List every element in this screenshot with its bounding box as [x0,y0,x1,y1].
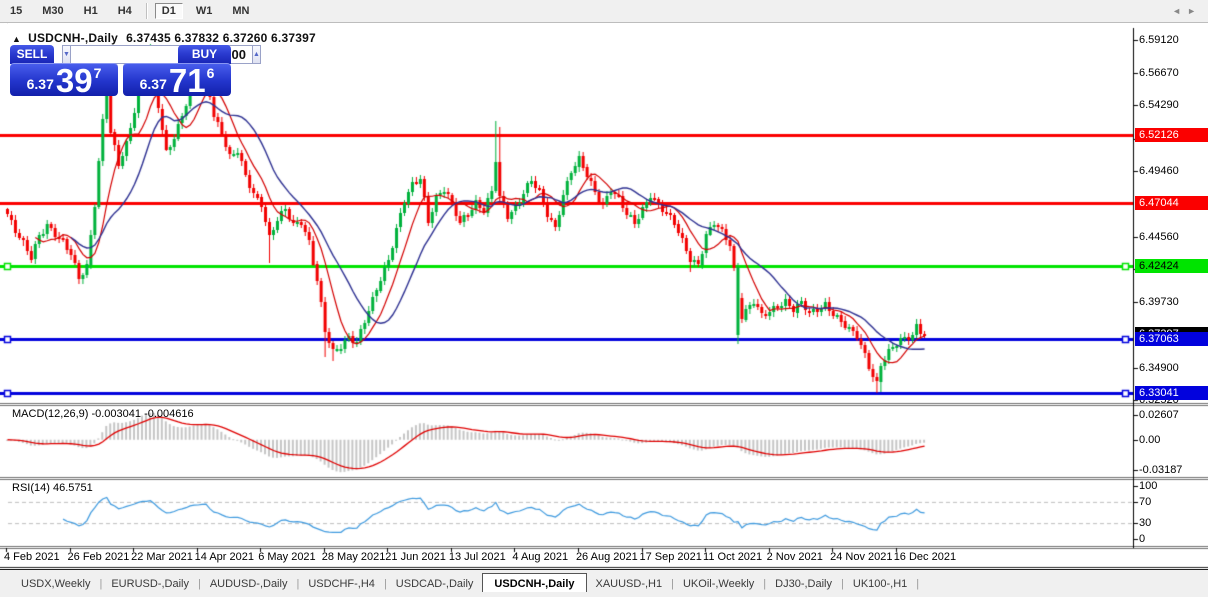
hline-price-label: 6.52126 [1135,127,1208,142]
chart-tab-eurusd-daily[interactable]: EURUSD-,Daily [102,574,198,593]
sell-price-big: 39 [55,62,93,99]
date-axis-label: 24 Nov 2021 [830,551,893,563]
tab-separator: | [916,578,920,590]
ohlc-high: 6.37832 [174,31,220,45]
trading-platform-window: 15M30H1H4D1W1MN ▲USDCNH-,Daily6.37435 6.… [0,0,1208,597]
hline-price-label: 6.37063 [1135,331,1208,346]
chart-tab-audusd-daily[interactable]: AUDUSD-,Daily [201,574,297,593]
rsi-axis-tick: 70 [1139,495,1152,508]
sell-price-box[interactable]: 6.37 39 7 [10,62,118,99]
chart-tab-xauusd-h1[interactable]: XAUUSD-,H1 [587,574,672,593]
chart-tab-ukoil-weekly[interactable]: UKOil-,Weekly [674,574,763,593]
price-axis-tick: 6.56670 [1139,67,1179,80]
price-axis-tick: 6.34900 [1139,361,1179,374]
date-axis-label: 26 Feb 2021 [67,551,130,563]
collapse-panel-icon[interactable]: ▲ [12,34,21,44]
chart-tab-bar: USDX,Weekly | EURUSD-,Daily | AUDUSD-,Daily |… [0,569,1208,594]
date-axis-label: 13 Jul 2021 [448,551,506,563]
price-axis-tick: 6.44560 [1139,231,1179,244]
date-axis-label: 4 Aug 2021 [512,551,569,563]
macd-axis-tick: -0.03187 [1139,464,1183,476]
date-axis-label: 14 Apr 2021 [194,551,254,563]
ohlc-low: 6.37260 [222,31,268,45]
date-axis-label: 22 Mar 2021 [131,551,193,563]
chart-tab-usdx-weekly[interactable]: USDX,Weekly [12,574,99,593]
chart-tab-usdcad-daily[interactable]: USDCAD-,Daily [387,574,483,593]
macd-axis-tick: 0.02607 [1139,409,1179,421]
chart-tab-dj30-daily[interactable]: DJ30-,Daily [766,574,841,593]
rsi-axis-tick: 30 [1139,517,1152,530]
chart-tab-usdcnh-daily[interactable]: USDCNH-,Daily [482,573,587,594]
buy-price-sup: 6 [206,65,215,81]
rsi-axis-tick: 0 [1139,533,1146,545]
sell-button[interactable]: SELL [10,45,54,64]
sell-price-sup: 7 [93,65,102,81]
date-axis-label: 21 Jun 2021 [385,551,446,563]
chart-tab-uk100-h1[interactable]: UK100-,H1 [844,574,916,593]
tab-scroll-arrows[interactable]: ◄► [1172,6,1202,16]
hline-price-label: 6.47044 [1135,196,1208,211]
volume-increase-button[interactable]: ▲ [251,45,261,64]
buy-price-box[interactable]: 6.37 71 6 [123,62,231,99]
ohlc-close: 6.37397 [271,31,316,45]
date-axis-label: 26 Aug 2021 [575,551,638,563]
date-axis-label: 17 Sep 2021 [639,551,702,563]
price-axis-tick: 6.39730 [1139,296,1179,309]
chart-symbol-header: ▲ USDCNH-,Daily 6.37435 6.37832 6.37260 6.… [12,31,316,45]
rsi-axis-tick: 100 [1139,480,1158,492]
bottom-strip [0,592,1208,597]
date-axis-label: 6 May 2021 [258,551,316,563]
price-axis-tick: 6.49460 [1139,164,1179,177]
rsi-label: RSI(14) 46.5751 [12,482,93,494]
date-axis-label: 4 Feb 2021 [4,551,60,563]
date-axis-label: 11 Oct 2021 [703,551,763,563]
date-axis-label: 28 May 2021 [321,551,386,563]
macd-label: MACD(12,26,9) -0.003041 -0.004616 [12,408,194,420]
price-axis-tick: 6.59120 [1139,34,1179,46]
date-axis-label: 2 Nov 2021 [766,551,823,563]
one-click-trading-panel: SELL ▼ ▲ BUY 6.37 39 7 6.37 71 6 [10,45,261,99]
macd-axis-tick: 0.00 [1139,433,1161,446]
ohlc-open: 6.37435 [126,31,171,45]
chart-tab-usdchf-h4[interactable]: USDCHF-,H4 [299,574,384,593]
date-axis-label: 16 Dec 2021 [893,551,957,563]
sell-price-prefix: 6.37 [26,76,54,92]
hline-price-label: 6.42424 [1135,258,1208,273]
hline-price-label: 6.33041 [1135,385,1208,400]
price-axis-tick: 6.54290 [1139,99,1179,112]
symbol-title: USDCNH-,Daily [28,31,119,45]
buy-price-prefix: 6.37 [139,76,167,92]
buy-price-big: 71 [168,62,206,99]
